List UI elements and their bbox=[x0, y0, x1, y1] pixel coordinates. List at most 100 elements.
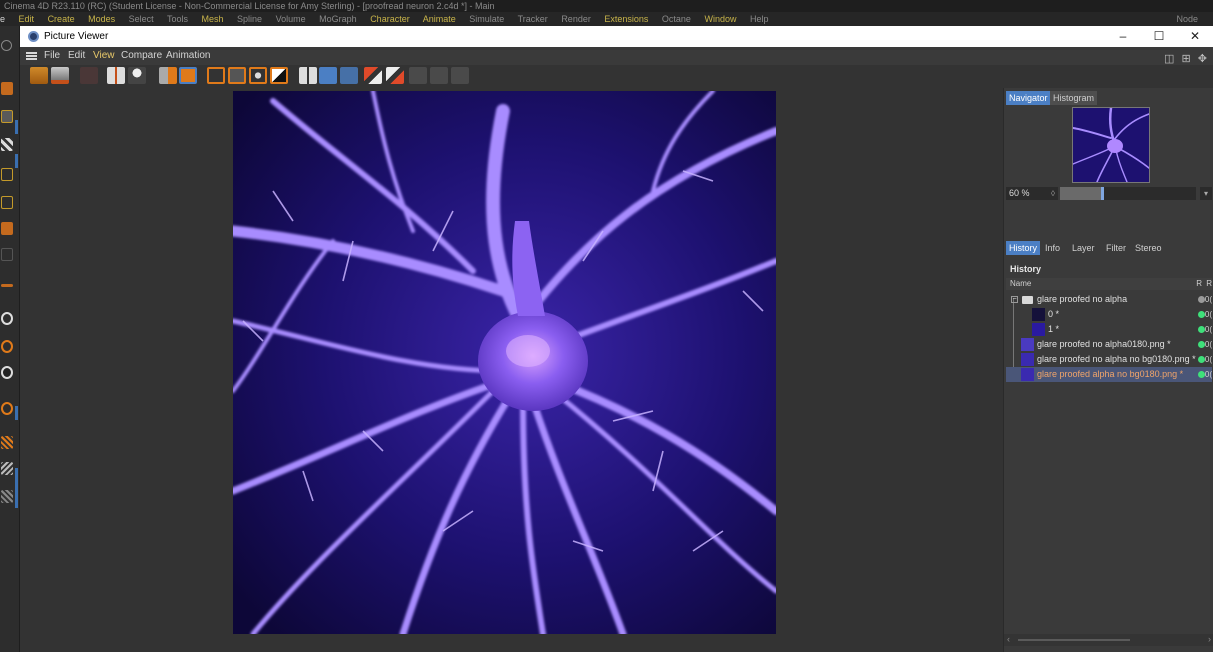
hamburger-menu-icon[interactable] bbox=[26, 52, 37, 60]
menu-item[interactable]: Window bbox=[704, 14, 736, 24]
menu-item[interactable]: Render bbox=[561, 14, 591, 24]
channel-g-icon[interactable] bbox=[430, 67, 448, 84]
menu-item[interactable]: Mesh bbox=[202, 14, 224, 24]
render-region-icon[interactable] bbox=[107, 67, 125, 84]
split-vertical-icon[interactable] bbox=[340, 67, 358, 84]
tab-stereo[interactable]: Stereo bbox=[1132, 241, 1165, 255]
zoom-spinner-icon[interactable]: ◊ bbox=[1051, 187, 1055, 200]
polygons-icon[interactable] bbox=[1, 222, 13, 235]
lock-icon[interactable] bbox=[1, 366, 13, 379]
menu-item[interactable]: Character bbox=[370, 14, 410, 24]
menu-view[interactable]: View bbox=[93, 47, 115, 65]
collapse-icon[interactable]: − bbox=[1011, 296, 1018, 303]
contrast-icon[interactable] bbox=[270, 67, 288, 84]
menu-item[interactable]: Edit bbox=[19, 14, 35, 24]
cube-icon[interactable] bbox=[1, 110, 13, 123]
menu-item[interactable]: Modes bbox=[88, 14, 115, 24]
history-item-selected[interactable]: glare proofed alpha no bg0180.png * 0( bbox=[1006, 367, 1212, 382]
channel-r-icon[interactable] bbox=[409, 67, 427, 84]
selection-indicator bbox=[15, 120, 18, 134]
history-item-label: glare proofed no alpha no bg0180.png * bbox=[1037, 354, 1196, 364]
menu-edit[interactable]: Edit bbox=[68, 47, 85, 65]
swap-b-icon[interactable] bbox=[386, 67, 404, 84]
picture-viewer-titlebar[interactable]: Picture Viewer – ☐ ✕ bbox=[20, 26, 1213, 47]
history-item[interactable]: 1 * 0( bbox=[1006, 322, 1212, 337]
menu-item[interactable]: Spline bbox=[237, 14, 262, 24]
close-button[interactable]: ✕ bbox=[1177, 26, 1213, 47]
menu-item[interactable]: Volume bbox=[276, 14, 306, 24]
view-icon[interactable] bbox=[249, 67, 267, 84]
history-item-label: glare proofed no alpha bbox=[1037, 294, 1128, 304]
history-item-value: 0( bbox=[1204, 325, 1212, 334]
undo-icon[interactable] bbox=[1, 40, 12, 51]
tab-navigator[interactable]: Navigator bbox=[1006, 91, 1051, 105]
tab-layer[interactable]: Layer bbox=[1069, 241, 1098, 255]
frame-alt-icon[interactable] bbox=[228, 67, 246, 84]
open-icon[interactable] bbox=[30, 67, 48, 84]
zoom-slider[interactable] bbox=[1060, 187, 1196, 200]
edges-icon[interactable] bbox=[1, 196, 13, 209]
history-item[interactable]: 0 * 0( bbox=[1006, 307, 1212, 322]
menu-item[interactable]: Help bbox=[750, 14, 769, 24]
menu-item[interactable]: MoGraph bbox=[319, 14, 357, 24]
snap-icon[interactable] bbox=[1, 312, 13, 325]
workplane-icon[interactable] bbox=[1, 340, 13, 353]
channel-b-icon[interactable] bbox=[451, 67, 469, 84]
maximize-button[interactable]: ☐ bbox=[1141, 26, 1177, 47]
swap-a-icon[interactable] bbox=[364, 67, 382, 84]
scroll-left-icon[interactable]: ‹ bbox=[1007, 634, 1010, 644]
ab-compare-icon[interactable] bbox=[299, 67, 317, 84]
menu-item[interactable]: Simulate bbox=[469, 14, 504, 24]
menu-file[interactable]: File bbox=[44, 47, 60, 65]
menu-item[interactable]: Create bbox=[48, 14, 75, 24]
history-heading: History bbox=[1010, 264, 1042, 274]
history-item[interactable]: glare proofed no alpha no bg0180.png * 0… bbox=[1006, 352, 1212, 367]
navigator-thumbnail[interactable] bbox=[1072, 107, 1150, 183]
menu-item[interactable]: Tools bbox=[167, 14, 188, 24]
grid-icon[interactable] bbox=[1, 490, 13, 503]
paint-icon[interactable] bbox=[1, 462, 13, 475]
history-item-label: glare proofed no alpha0180.png * bbox=[1037, 339, 1171, 349]
zoom-slider-handle[interactable] bbox=[1101, 187, 1104, 200]
points-icon[interactable] bbox=[1, 168, 13, 181]
menu-animation[interactable]: Animation bbox=[166, 47, 210, 65]
zoom-input[interactable]: 60 % ◊ bbox=[1006, 187, 1058, 200]
save-icon[interactable] bbox=[51, 67, 69, 84]
node-menu[interactable]: Node bbox=[1176, 12, 1198, 26]
model-mode-icon[interactable] bbox=[1, 82, 13, 95]
sculpt-icon[interactable] bbox=[1, 436, 13, 449]
texture-icon[interactable] bbox=[1, 138, 13, 151]
tab-history[interactable]: History bbox=[1006, 241, 1041, 255]
zoom-dropdown-icon[interactable]: ▾ bbox=[1200, 187, 1212, 200]
split-horizontal-icon[interactable] bbox=[319, 67, 337, 84]
selection-indicator bbox=[15, 468, 18, 508]
menu-item[interactable]: Animate bbox=[423, 14, 456, 24]
minimize-button[interactable]: – bbox=[1105, 26, 1141, 47]
column-r2[interactable]: R bbox=[1206, 278, 1212, 290]
column-r[interactable]: R bbox=[1196, 278, 1202, 290]
axis-icon[interactable] bbox=[1, 284, 13, 287]
image-viewport[interactable] bbox=[20, 88, 1003, 652]
frame-icon[interactable] bbox=[207, 67, 225, 84]
magnet-icon[interactable] bbox=[1, 402, 13, 415]
stop-icon[interactable] bbox=[80, 67, 98, 84]
menu-item[interactable]: Extensions bbox=[604, 14, 648, 24]
tab-histogram[interactable]: Histogram bbox=[1050, 91, 1098, 105]
menu-item[interactable]: Tracker bbox=[518, 14, 548, 24]
menu-item[interactable]: e bbox=[0, 14, 5, 24]
history-horizontal-scrollbar[interactable]: ‹ › bbox=[1004, 634, 1213, 646]
tab-filter[interactable]: Filter bbox=[1103, 241, 1129, 255]
tab-info[interactable]: Info bbox=[1042, 241, 1063, 255]
column-name[interactable]: Name bbox=[1010, 278, 1031, 290]
menu-item[interactable]: Octane bbox=[662, 14, 691, 24]
uv-icon[interactable] bbox=[1, 248, 13, 261]
history-item-folder[interactable]: − glare proofed no alpha 0( bbox=[1006, 292, 1212, 307]
history-item[interactable]: glare proofed no alpha0180.png * 0( bbox=[1006, 337, 1212, 352]
menu-item[interactable]: Select bbox=[129, 14, 154, 24]
scroll-right-icon[interactable]: › bbox=[1208, 634, 1211, 644]
paste-icon[interactable] bbox=[179, 67, 197, 84]
copy-icon[interactable] bbox=[159, 67, 177, 84]
scrollbar-thumb[interactable] bbox=[1018, 639, 1130, 641]
menu-compare[interactable]: Compare bbox=[121, 47, 162, 65]
render-user-icon[interactable] bbox=[128, 67, 146, 84]
